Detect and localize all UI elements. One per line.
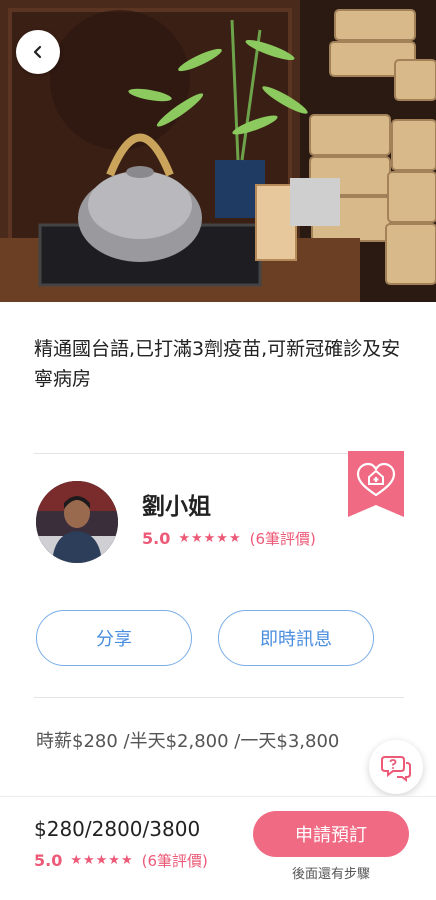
heart-home-icon bbox=[348, 451, 404, 517]
avatar bbox=[36, 481, 118, 563]
rating-count: (6筆評價) bbox=[141, 852, 208, 870]
booking-hint: 後面還有步驟 bbox=[291, 867, 370, 882]
booking-bar: $280/2800/3800 5.0 ★★★★★ (6筆評價) 申請預訂 後面還… bbox=[0, 796, 436, 900]
share-button[interactable]: 分享 bbox=[36, 610, 192, 666]
price-summary: $280/2800/3800 bbox=[34, 817, 201, 841]
hero-illustration bbox=[0, 0, 436, 302]
chat-help-button[interactable] bbox=[369, 740, 423, 794]
divider-bottom bbox=[34, 697, 404, 698]
rating-score: 5.0 bbox=[142, 529, 171, 548]
rate-details: 時薪$280 /半天$2,800 /一天$3,800 bbox=[36, 731, 340, 752]
home-care-badge bbox=[348, 451, 404, 517]
rating-count: (6筆評價) bbox=[249, 530, 316, 548]
booking-bar-rating: 5.0 ★★★★★ (6筆評價) bbox=[34, 850, 208, 871]
caregiver-description: 精通國台語,已打滿3劑疫苗,可新冠確診及安寧病房 bbox=[34, 338, 401, 390]
hero-image bbox=[0, 0, 436, 302]
chat-help-icon bbox=[381, 756, 411, 782]
instant-message-button[interactable]: 即時訊息 bbox=[218, 610, 374, 666]
rating-score: 5.0 bbox=[34, 851, 63, 870]
avatar-photo bbox=[36, 481, 118, 563]
chevron-left-icon bbox=[33, 45, 42, 59]
back-button[interactable] bbox=[16, 30, 60, 74]
request-booking-button[interactable]: 申請預訂 bbox=[253, 811, 409, 857]
caregiver-name: 劉小姐 bbox=[142, 494, 211, 520]
rating-stars-icon: ★★★★★ bbox=[178, 531, 242, 546]
caregiver-rating[interactable]: 5.0 ★★★★★ (6筆評價) bbox=[142, 528, 316, 549]
rating-stars-icon: ★★★★★ bbox=[70, 853, 134, 868]
